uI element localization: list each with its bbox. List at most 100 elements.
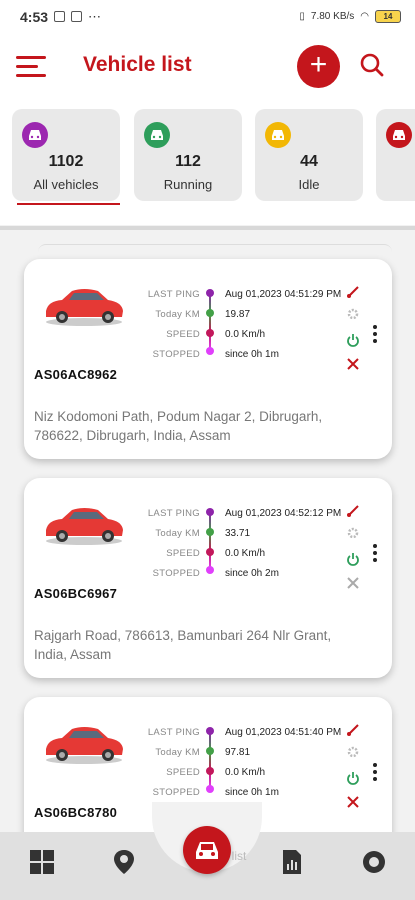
- stopped-label: STOPPED: [152, 568, 200, 579]
- notification-icon: [54, 11, 66, 22]
- app-header: Vehicle list +: [0, 33, 415, 105]
- car-icon: [22, 122, 48, 148]
- dashboard-icon: [30, 850, 54, 874]
- signal-icon: [347, 505, 359, 517]
- last-ping-label: LAST PING: [147, 727, 200, 738]
- speed-value: 0.0 Km/h: [225, 767, 266, 778]
- status-bar: 4:53 ⋯ ▯ 7.80 KB/s ◠ 14: [0, 0, 415, 33]
- plus-icon: +: [309, 48, 328, 81]
- vibrate-icon: ▯: [299, 11, 305, 22]
- car-icon: [196, 842, 218, 859]
- search-button[interactable]: [358, 51, 388, 81]
- today-km-label: Today KM: [155, 747, 200, 758]
- timeline-dot: [206, 329, 214, 337]
- last-ping-value: Aug 01,2023 04:52:12 PM: [225, 508, 342, 519]
- power-icon[interactable]: [346, 333, 360, 347]
- status-timeline: [205, 727, 215, 793]
- active-filter-indicator: [17, 203, 120, 205]
- car-icon: [386, 122, 412, 148]
- immobilizer-icon[interactable]: [346, 795, 360, 809]
- timeline-dot: [206, 548, 214, 556]
- page-title: Vehicle list: [83, 53, 192, 76]
- timeline-line: [209, 731, 211, 789]
- speed-label: SPEED: [166, 548, 200, 559]
- power-icon[interactable]: [346, 552, 360, 566]
- battery-icon: 14: [375, 10, 401, 23]
- today-km-value: 19.87: [225, 309, 251, 320]
- more-options-button[interactable]: [370, 544, 380, 566]
- settings-icon: [347, 527, 359, 539]
- menu-icon: [16, 56, 46, 59]
- status-timeline: [205, 289, 215, 355]
- filter-running[interactable]: 112 Running: [134, 109, 242, 201]
- power-icon[interactable]: [346, 771, 360, 785]
- last-ping-value: Aug 01,2023 04:51:29 PM: [225, 289, 342, 300]
- filter-count: 44: [300, 153, 318, 170]
- status-time: 4:53: [20, 8, 49, 25]
- detail-labels: LAST PING Today KM SPEED STOPPED: [124, 727, 200, 807]
- immobilizer-icon[interactable]: [346, 357, 360, 371]
- filter-stopped[interactable]: [376, 109, 415, 201]
- today-km-label: Today KM: [155, 528, 200, 539]
- timeline-dot: [206, 566, 214, 574]
- nav-vehicle-list[interactable]: [183, 826, 231, 874]
- nav-live-map[interactable]: [110, 848, 138, 876]
- detail-values: Aug 01,2023 04:51:40 PM 97.81 0.0 Km/h s…: [225, 727, 355, 807]
- more-options-button[interactable]: [370, 325, 380, 347]
- filter-label: Running: [163, 177, 213, 192]
- car-icon: [144, 122, 170, 148]
- filter-all-vehicles[interactable]: 1102 All vehicles: [12, 109, 120, 201]
- settings-icon: [347, 308, 359, 320]
- filter-label: Idle: [298, 177, 320, 192]
- today-km-value: 97.81: [225, 747, 251, 758]
- more-options-button[interactable]: [370, 763, 380, 785]
- vehicle-number: AS06AC8962: [34, 367, 118, 382]
- settings-icon: [347, 746, 359, 758]
- vehicle-card[interactable]: AS06AC8962 LAST PING Today KM SPEED STOP…: [24, 259, 392, 459]
- vehicle-number: AS06BC8780: [34, 805, 118, 820]
- vehicle-card[interactable]: AS06BC6967 LAST PING Today KM SPEED STOP…: [24, 478, 392, 678]
- timeline-line: [209, 293, 211, 351]
- vehicle-address: Rajgarh Road, 786613, Bamunbari 264 Nlr …: [34, 628, 332, 662]
- stopped-value: since 0h 2m: [225, 568, 279, 579]
- stopped-label: STOPPED: [152, 349, 200, 360]
- detail-labels: LAST PING Today KM SPEED STOPPED: [124, 508, 200, 588]
- filter-idle[interactable]: 44 Idle: [255, 109, 363, 201]
- speed-value: 0.0 Km/h: [225, 329, 266, 340]
- filter-count: 1102: [48, 153, 84, 170]
- speed-value: 0.0 Km/h: [225, 548, 266, 559]
- add-vehicle-button[interactable]: +: [297, 45, 340, 88]
- today-km-value: 33.71: [225, 528, 251, 539]
- list-edge: [38, 244, 392, 252]
- car-icon: [265, 122, 291, 148]
- vehicle-address: Niz Kodomoni Path, Podum Nagar 2, Dibrug…: [34, 409, 323, 443]
- stopped-value: since 0h 1m: [225, 349, 279, 360]
- menu-button[interactable]: [16, 52, 48, 82]
- wifi-icon: ◠: [360, 11, 369, 22]
- car-image: [46, 508, 123, 545]
- immobilizer-icon[interactable]: [346, 576, 360, 590]
- nav-dashboard[interactable]: [28, 848, 56, 876]
- detail-values: Aug 01,2023 04:52:12 PM 33.71 0.0 Km/h s…: [225, 508, 355, 588]
- nav-reports[interactable]: [278, 848, 306, 876]
- menu-icon-bar: [16, 74, 46, 77]
- search-icon: [360, 53, 384, 77]
- last-ping-label: LAST PING: [147, 289, 200, 300]
- timeline-dot: [206, 747, 214, 755]
- signal-icon: [347, 286, 359, 298]
- more-notifications-icon: ⋯: [88, 8, 102, 24]
- report-icon: [283, 850, 301, 874]
- timeline-dot: [206, 785, 214, 793]
- timeline-line: [209, 512, 211, 570]
- profile-icon: [363, 851, 385, 873]
- car-image: [46, 289, 123, 326]
- network-speed: 7.80 KB/s: [310, 11, 355, 22]
- timeline-dot: [206, 289, 214, 297]
- today-km-label: Today KM: [155, 309, 200, 320]
- speed-label: SPEED: [166, 767, 200, 778]
- timeline-dot: [206, 528, 214, 536]
- vehicle-status-filters: 1102 All vehicles 112 Running 44 Idle: [0, 105, 415, 225]
- timeline-dot: [206, 309, 214, 317]
- nav-profile[interactable]: [360, 848, 388, 876]
- detail-labels: LAST PING Today KM SPEED STOPPED: [124, 289, 200, 369]
